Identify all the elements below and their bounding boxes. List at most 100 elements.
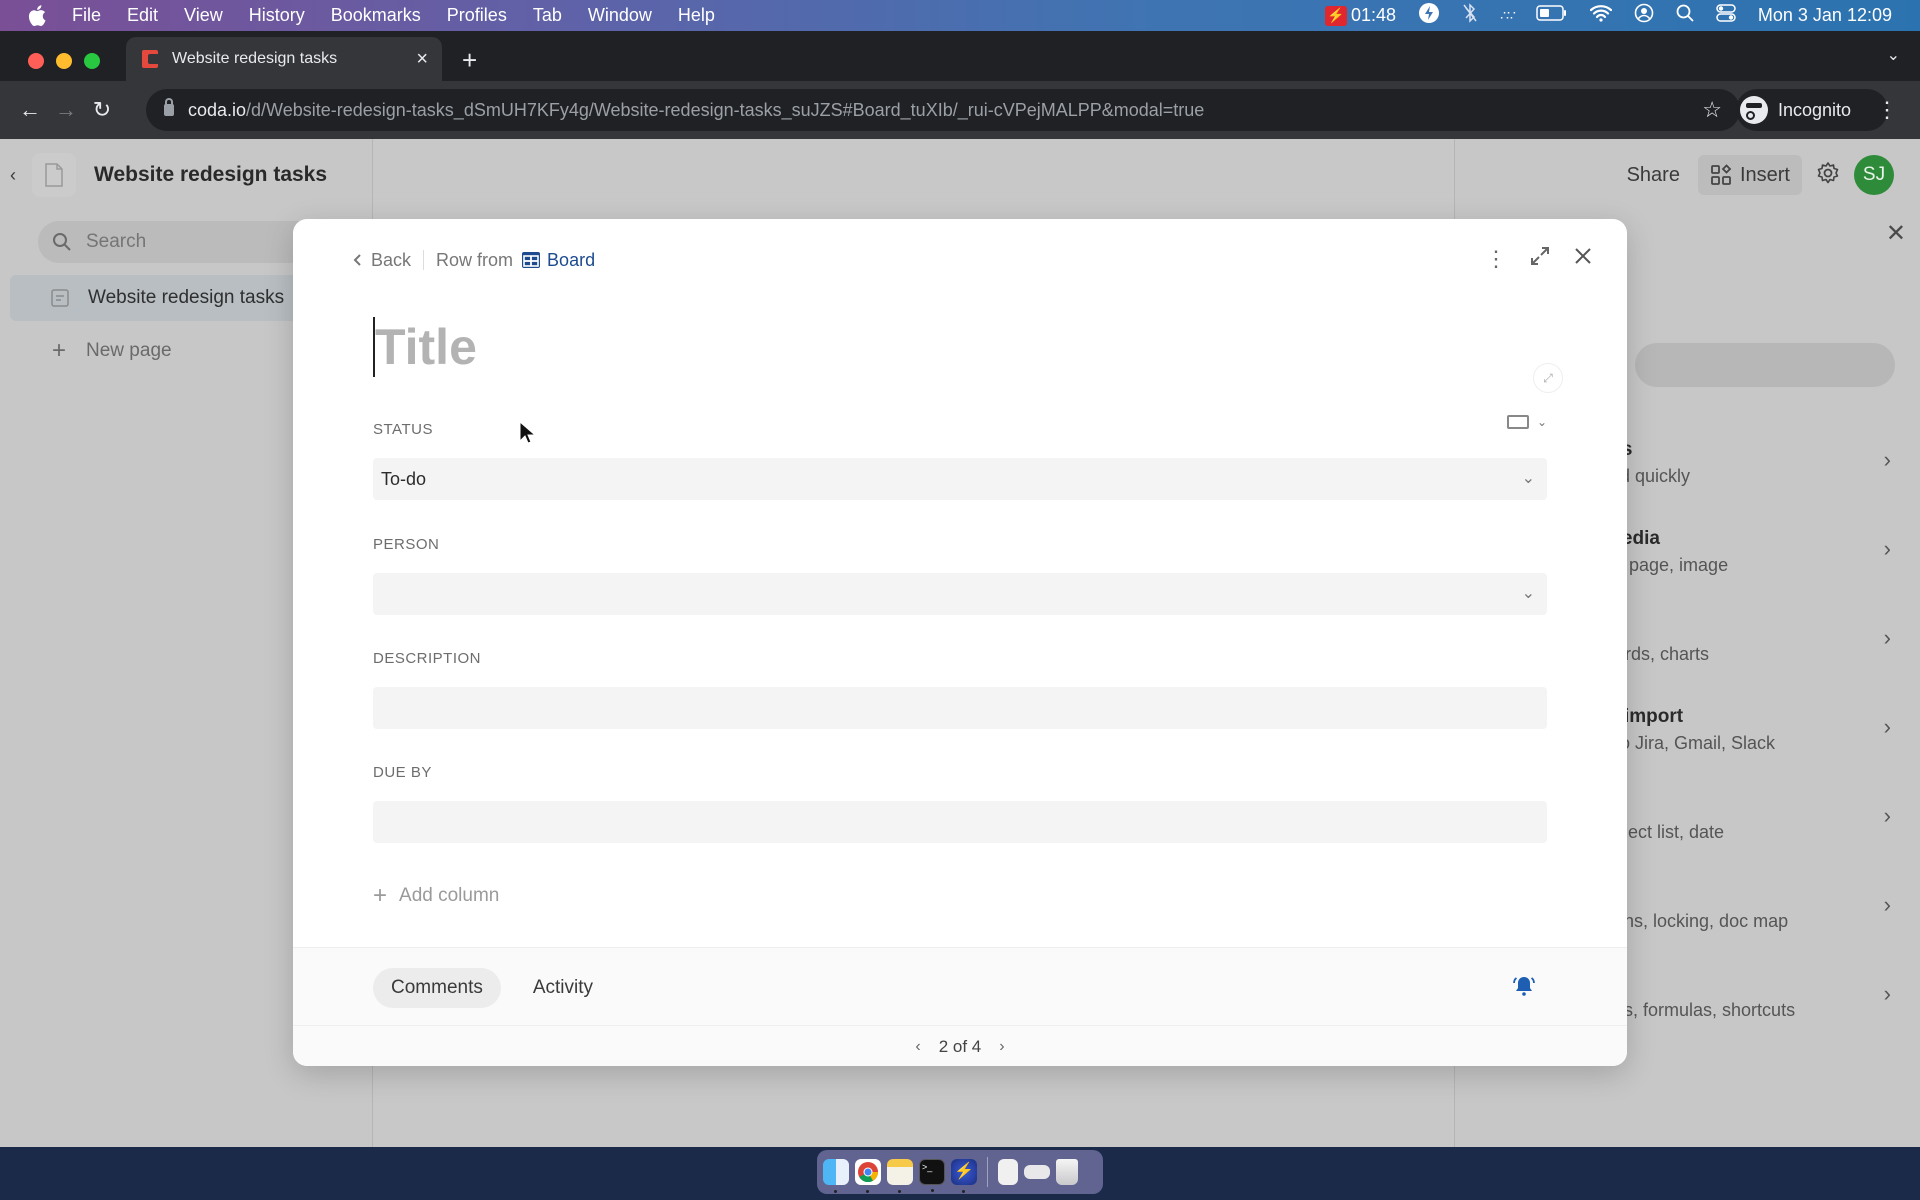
wifi-icon[interactable] xyxy=(1589,4,1612,27)
browser-tab[interactable]: Website redesign tasks × xyxy=(126,37,442,81)
finder-icon[interactable] xyxy=(823,1159,849,1193)
notification-bell-icon[interactable] xyxy=(1511,974,1537,1003)
url-path: /d/Website-redesign-tasks_dSmUH7KFy4g/We… xyxy=(246,99,1205,120)
search-placeholder: Search xyxy=(86,231,147,252)
tab-comments[interactable]: Comments xyxy=(373,968,501,1008)
insert-button[interactable]: Insert xyxy=(1697,155,1802,195)
coda-favicon-icon xyxy=(142,50,158,68)
chrome-icon[interactable] xyxy=(855,1159,881,1193)
menu-bookmarks[interactable]: Bookmarks xyxy=(331,5,421,26)
status-select[interactable]: To-do ⌄ xyxy=(373,458,1547,500)
close-modal-icon[interactable] xyxy=(1573,246,1593,272)
row-title-input[interactable]: Title xyxy=(373,317,477,377)
close-panel-icon[interactable]: ✕ xyxy=(1886,219,1906,248)
chevron-right-icon: › xyxy=(1883,892,1891,917)
new-page-button[interactable]: + New page xyxy=(52,331,172,371)
chevron-right-icon: › xyxy=(1883,447,1891,472)
control-center-icon[interactable] xyxy=(1716,4,1736,27)
lock-icon xyxy=(164,98,174,116)
macos-dock: >_ ⚡ xyxy=(817,1150,1103,1194)
menu-edit[interactable]: Edit xyxy=(127,5,158,26)
expand-fullscreen-icon[interactable] xyxy=(1529,245,1551,273)
minimize-window-button[interactable] xyxy=(56,53,72,69)
more-options-icon[interactable]: ⋮ xyxy=(1485,246,1507,272)
terminal-icon[interactable]: >_ xyxy=(919,1159,945,1192)
menu-history[interactable]: History xyxy=(249,5,305,26)
lightning-app-icon[interactable]: ⚡ xyxy=(951,1159,977,1193)
battery-icon[interactable] xyxy=(1536,5,1568,26)
category-subtitle: t to Jira, Gmail, Slack xyxy=(1605,733,1776,753)
macos-menu-bar: Chrome File Edit View History Bookmarks … xyxy=(0,0,1920,1147)
reload-icon[interactable]: ↻ xyxy=(84,97,120,123)
doc-topbar: Share Insert SJ xyxy=(1627,155,1894,195)
table-icon xyxy=(522,252,541,268)
display-icon[interactable]: ∴∵ xyxy=(1500,7,1516,24)
back-button[interactable]: Back xyxy=(353,250,411,271)
plus-icon: + xyxy=(373,882,388,909)
modal-breadcrumb: Back Row from Board xyxy=(353,245,595,275)
collapse-sidebar-icon[interactable]: ‹ xyxy=(10,165,32,186)
add-column-button[interactable]: + Add column xyxy=(373,882,499,910)
share-button[interactable]: Share xyxy=(1627,164,1680,187)
doc-title[interactable]: Website redesign tasks xyxy=(94,163,327,187)
menu-profiles[interactable]: Profiles xyxy=(447,5,507,26)
due-by-label: DUE BY xyxy=(373,764,432,781)
description-label: DESCRIPTION xyxy=(373,650,482,667)
notes-icon[interactable] xyxy=(887,1159,913,1193)
previous-row-button[interactable]: ‹ xyxy=(915,1038,920,1056)
next-row-button[interactable]: › xyxy=(999,1038,1004,1056)
user-avatar[interactable]: SJ xyxy=(1854,155,1894,195)
browser-toolbar: ← → ↻ coda.io/d/Website-redesign-tasks_d… xyxy=(0,81,1920,139)
menu-help[interactable]: Help xyxy=(678,5,715,26)
back-arrow-icon[interactable]: ← xyxy=(12,97,48,123)
status-value: To-do xyxy=(381,468,427,489)
close-window-button[interactable] xyxy=(28,53,44,69)
person-select[interactable]: ⌄ xyxy=(373,573,1547,615)
display-as-card-toggle[interactable]: ⌄ xyxy=(1506,415,1547,429)
url-host: coda.io xyxy=(188,99,247,120)
screenshot-preview-icon[interactable] xyxy=(1024,1165,1050,1179)
menu-window[interactable]: Window xyxy=(588,5,652,26)
chevron-right-icon: › xyxy=(1883,714,1891,739)
bluetooth-off-icon[interactable] xyxy=(1462,3,1478,28)
insert-grid-icon xyxy=(1711,164,1732,185)
tab-title: Website redesign tasks xyxy=(172,50,338,67)
search-icon xyxy=(53,233,71,251)
status-area: ⚡ 01:48 ∴∵ Mon 3 Jan 12:09 xyxy=(1325,0,1892,31)
chrome-menu-icon[interactable]: ⋮ xyxy=(1876,99,1898,121)
expand-title-icon[interactable]: ⤢ xyxy=(1533,363,1563,393)
tab-activity[interactable]: Activity xyxy=(515,968,611,1008)
forward-arrow-icon[interactable]: → xyxy=(48,97,84,123)
chevron-right-icon: › xyxy=(1883,625,1891,650)
chevron-right-icon: › xyxy=(1883,981,1891,1006)
row-pager: ‹ 2 of 4 › xyxy=(293,1025,1627,1066)
settings-gear-icon[interactable] xyxy=(1816,161,1840,190)
apple-menu-icon[interactable] xyxy=(28,5,50,26)
menu-view[interactable]: View xyxy=(184,5,223,26)
divider xyxy=(423,250,425,270)
maximize-window-button[interactable] xyxy=(84,53,100,69)
description-input[interactable] xyxy=(373,687,1547,729)
incognito-icon xyxy=(1740,96,1768,124)
menu-tab[interactable]: Tab xyxy=(533,5,562,26)
document-icon[interactable] xyxy=(998,1159,1018,1185)
bolt-app-icon[interactable] xyxy=(1418,2,1440,29)
doc-icon[interactable] xyxy=(32,153,76,197)
user-account-icon[interactable] xyxy=(1634,3,1654,28)
menu-file[interactable]: File xyxy=(72,5,101,26)
source-table-link[interactable]: Board xyxy=(521,250,595,271)
recording-indicator[interactable]: ⚡ 01:48 xyxy=(1325,5,1396,26)
spotlight-search-icon[interactable] xyxy=(1676,4,1694,27)
incognito-profile-button[interactable]: Incognito xyxy=(1736,89,1888,131)
due-by-input[interactable] xyxy=(373,801,1547,843)
close-tab-icon[interactable]: × xyxy=(416,48,428,71)
address-bar[interactable]: coda.io/d/Website-redesign-tasks_dSmUH7K… xyxy=(146,89,1740,131)
trash-icon[interactable] xyxy=(1056,1159,1078,1185)
panel-search-input[interactable] xyxy=(1635,343,1895,387)
clock[interactable]: Mon 3 Jan 12:09 xyxy=(1758,5,1892,26)
chevron-down-icon: ⌄ xyxy=(1521,470,1535,487)
tab-search-chevron-icon[interactable]: ⌄ xyxy=(1887,45,1900,65)
bookmark-star-icon[interactable]: ☆ xyxy=(1702,97,1722,123)
category-subtitle: ces, formulas, shortcuts xyxy=(1605,1000,1796,1020)
new-tab-button[interactable]: + xyxy=(462,45,477,76)
